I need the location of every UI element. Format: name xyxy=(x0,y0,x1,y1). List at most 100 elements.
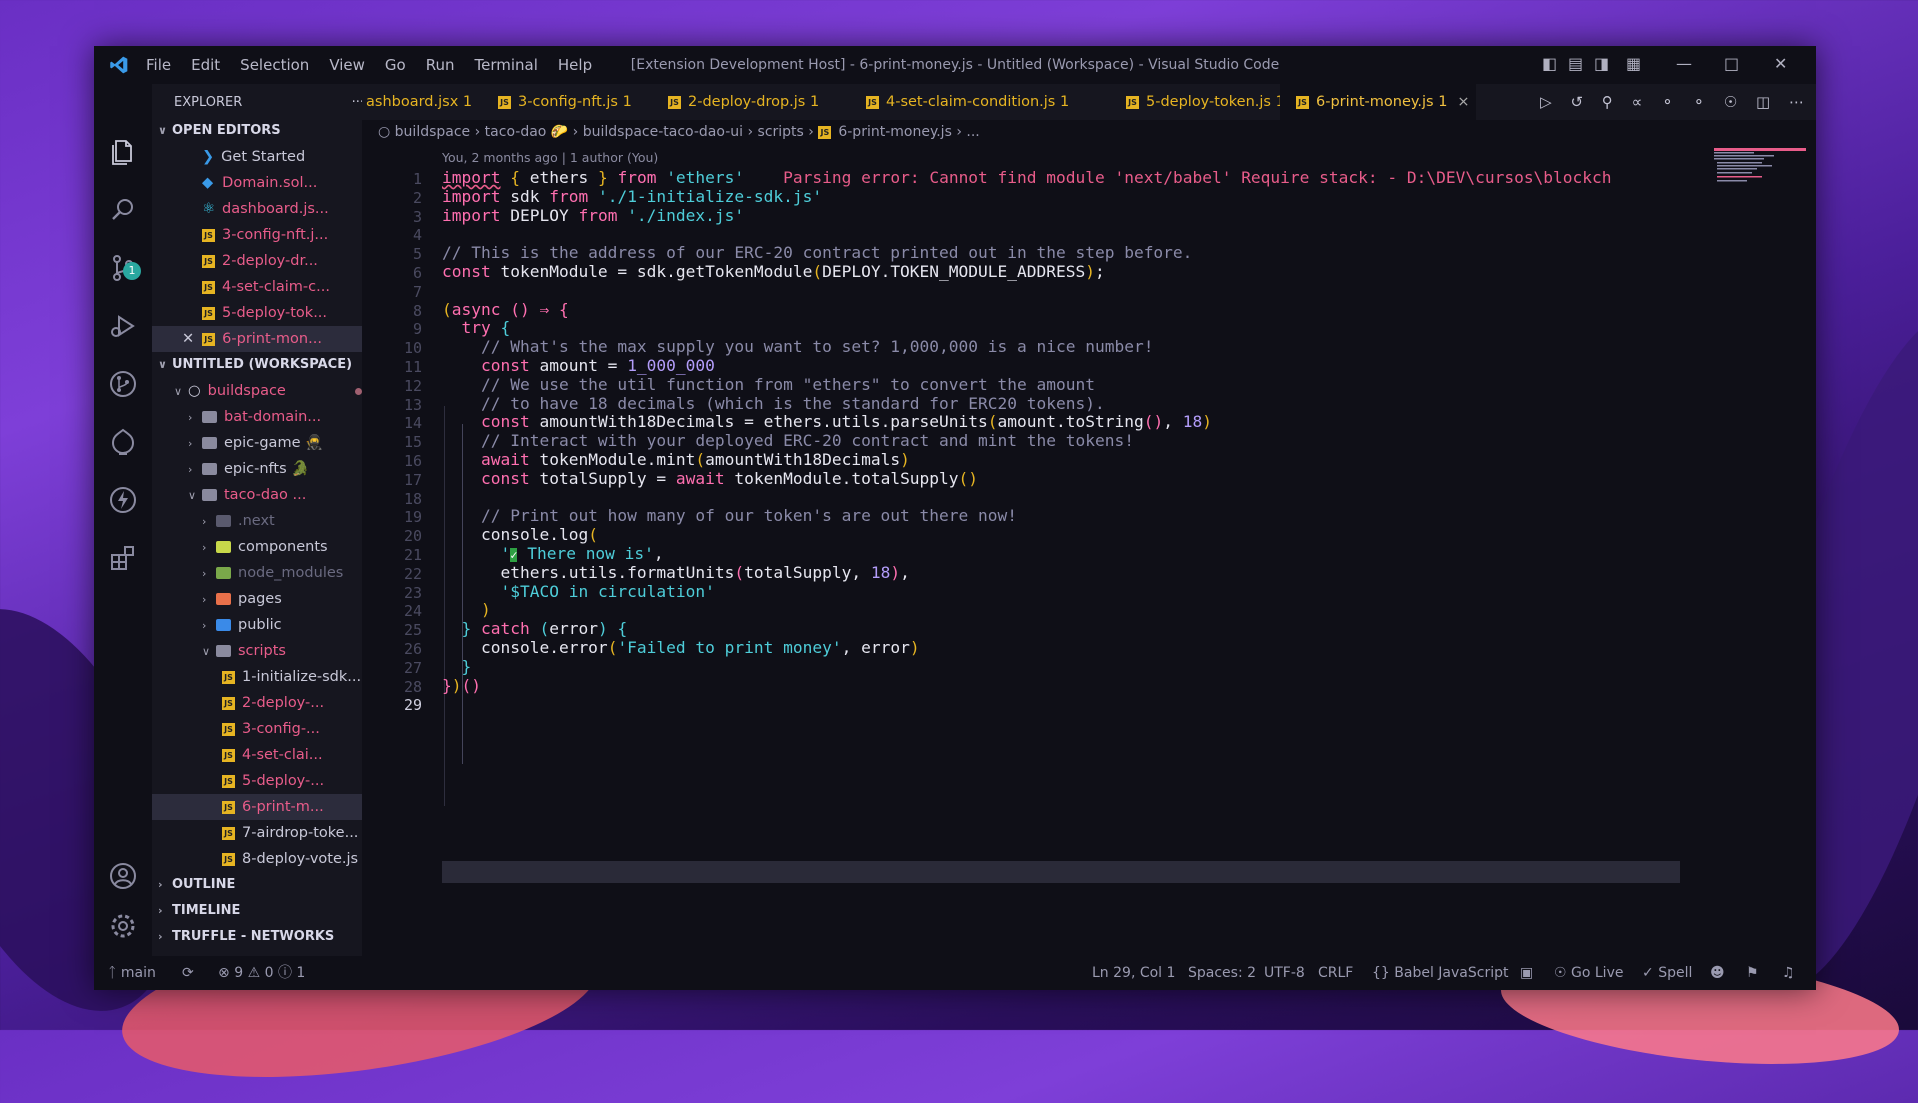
feedback-icon[interactable]: ▣ xyxy=(1520,956,1533,990)
braces-icon: {} xyxy=(1372,965,1390,981)
js-file-icon: JS xyxy=(222,800,235,814)
encoding[interactable]: UTF-8 xyxy=(1264,956,1305,990)
timeline-icon[interactable]: ☉ xyxy=(1724,93,1737,111)
status-bar: ᛏ main ⟳ ⊗ 9 ⚠ 0 ⓘ 1 Ln 29, Col 1 Spaces… xyxy=(94,956,1816,990)
toggle-secondary-sidebar-icon[interactable]: ◨ xyxy=(1594,54,1609,73)
breadcrumb-item[interactable]: buildspace-taco-dao-ui xyxy=(583,124,743,140)
code-line: '✓ There now is', xyxy=(500,544,664,563)
tab-3-config-nft[interactable]: JSashboard.jsx3-config-nft.js 1 xyxy=(482,84,646,120)
breadcrumb: ○ buildspace › taco-dao 🌮 › buildspace-t… xyxy=(378,124,980,140)
toggle-sidebar-icon[interactable]: ◧ xyxy=(1542,54,1557,73)
explorer-header: EXPLORER ··· xyxy=(152,90,384,116)
code-line: // to have 18 decimals (which is the sta… xyxy=(480,393,1105,413)
run-debug-icon[interactable] xyxy=(107,310,139,342)
tab-4-set-claim-condition[interactable]: JS 4-set-claim-condition.js 1 xyxy=(850,84,1070,120)
codelens-blame[interactable]: You, 2 months ago | 1 author (You) xyxy=(442,150,658,165)
account-icon[interactable] xyxy=(107,860,139,892)
extensions-icon[interactable] xyxy=(107,542,139,574)
outline-section[interactable]: › OUTLINE xyxy=(152,872,368,898)
vscode-window: File Edit Selection View Go Run Terminal… xyxy=(94,46,1816,990)
js-file-icon: JS xyxy=(222,774,235,788)
close-tab-icon[interactable]: × xyxy=(1457,94,1469,110)
open-editors-section[interactable]: ∨ OPEN EDITORS xyxy=(152,118,368,144)
line-number: 27 xyxy=(403,658,422,677)
git-prev-icon[interactable]: ⚬ xyxy=(1661,93,1674,111)
line-number: 6 xyxy=(412,264,422,282)
search-icon[interactable]: ⚲ xyxy=(1602,93,1613,111)
code-line: const tokenModule = sdk.getTokenModule(D… xyxy=(442,262,1105,281)
public-folder-icon xyxy=(216,619,231,631)
line-number: 15 xyxy=(403,433,422,452)
customize-layout-icon[interactable]: ▦ xyxy=(1626,54,1641,73)
minimap[interactable] xyxy=(1714,148,1806,194)
go-live[interactable]: ☉ Go Live xyxy=(1554,956,1623,990)
remote-icon[interactable] xyxy=(107,426,139,458)
indentation[interactable]: Spaces: 2 xyxy=(1188,956,1256,990)
workspace-section[interactable]: ∨ UNTITLED (WORKSPACE) xyxy=(152,352,368,378)
folder-icon xyxy=(202,437,217,449)
explorer-icon[interactable] xyxy=(107,136,139,168)
code-line: } catch (error) { xyxy=(461,619,628,639)
scripts-folder-icon xyxy=(216,645,231,657)
vscode-logo-icon: ❯ xyxy=(202,149,215,165)
git-next-icon[interactable]: ⚬ xyxy=(1692,93,1705,111)
code-line: })() xyxy=(442,675,481,695)
check-icon: ✓ xyxy=(1642,965,1654,981)
breadcrumb-item[interactable]: ... xyxy=(966,124,979,140)
line-number: 5 xyxy=(412,245,422,264)
thunder-icon[interactable] xyxy=(107,484,139,516)
settings-gear-icon[interactable] xyxy=(107,910,139,942)
toggle-panel-icon[interactable]: ▤ xyxy=(1568,54,1583,73)
js-file-icon: JS xyxy=(668,95,681,109)
line-number: 25 xyxy=(403,621,422,640)
copilot-icon[interactable]: ☻ xyxy=(1710,956,1725,990)
tree-item-buildspace[interactable]: ∨ ○ buildspace xyxy=(152,378,384,404)
problems-status[interactable]: ⊗ 9 ⚠ 0 ⓘ 1 xyxy=(218,956,305,990)
more-icon[interactable]: ⋯ xyxy=(1789,93,1804,111)
code-line: // This is the address of our ERC-20 con… xyxy=(442,243,1193,263)
git-graph-icon[interactable] xyxy=(107,368,139,400)
line-number: 7 xyxy=(412,282,422,301)
language-mode[interactable]: {} Babel JavaScript xyxy=(1372,956,1508,990)
code-line: // Interact with your deployed ERC-20 co… xyxy=(480,431,1134,451)
line-number: 12 xyxy=(403,376,422,395)
git-compare-icon[interactable]: ∝ xyxy=(1632,93,1643,111)
maximize-icon[interactable]: □ xyxy=(1724,54,1739,73)
line-ending[interactable]: CRLF xyxy=(1318,956,1353,990)
js-file-icon: JS xyxy=(1296,95,1309,109)
close-icon[interactable]: ✕ xyxy=(182,331,194,347)
code-line: // Print out how many of our token's are… xyxy=(480,506,1017,526)
spell-check[interactable]: ✓ Spell xyxy=(1642,956,1692,990)
timeline-section[interactable]: › TIMELINE xyxy=(152,898,368,924)
truffle-networks-section[interactable]: › TRUFFLE - NETWORKS xyxy=(152,924,368,950)
code-line: } xyxy=(461,656,472,676)
tab-5-deploy-token[interactable]: JS5-deploy-token.js 1 xyxy=(1110,84,1306,120)
js-file-icon: JS xyxy=(222,826,235,840)
breadcrumb-item[interactable]: 6-print-money.js xyxy=(838,124,952,140)
js-file-icon: JS xyxy=(818,125,832,139)
open-editor-item-active[interactable]: ✕JS6-print-mon...1 xyxy=(152,326,392,352)
tab-2-deploy-drop[interactable]: JS 2-deploy-drop.js 1 xyxy=(652,84,836,120)
close-window-icon[interactable]: ✕ xyxy=(1774,54,1787,73)
history-icon[interactable]: ↺ xyxy=(1570,93,1583,111)
run-icon[interactable]: ▷ xyxy=(1540,93,1552,111)
tab-6-print-money[interactable]: JS 6-print-money.js 1 × xyxy=(1280,84,1476,120)
js-file-icon: JS xyxy=(222,696,235,710)
tab-dashboard[interactable]: ashboard.jsx 1 xyxy=(362,84,484,120)
breadcrumb-item[interactable]: scripts xyxy=(758,124,804,140)
branch-status[interactable]: ᛏ main xyxy=(108,956,156,990)
code-editor[interactable]: You, 2 months ago | 1 author (You) 12345… xyxy=(362,144,1816,956)
notifications-bell-icon[interactable]: ♫ xyxy=(1782,956,1795,990)
split-editor-icon[interactable]: ◫ xyxy=(1756,93,1770,111)
code-line: // What's the max supply you want to set… xyxy=(480,337,1154,357)
cursor-position[interactable]: Ln 29, Col 1 xyxy=(1092,956,1175,990)
minimize-icon[interactable]: — xyxy=(1676,54,1692,73)
explorer-sidebar: EXPLORER ··· ∨ OPEN EDITORS ❯ Get Started … xyxy=(152,84,432,956)
accounts-status-icon[interactable]: ⚑ xyxy=(1746,956,1759,990)
activity-bar: 1 xyxy=(94,84,152,956)
breadcrumb-item[interactable]: buildspace xyxy=(395,124,471,140)
search-icon[interactable] xyxy=(107,194,139,226)
line-number: 21 xyxy=(403,546,422,564)
breadcrumb-item[interactable]: taco-dao 🌮 xyxy=(485,124,569,140)
sync-icon[interactable]: ⟳ xyxy=(182,956,194,990)
